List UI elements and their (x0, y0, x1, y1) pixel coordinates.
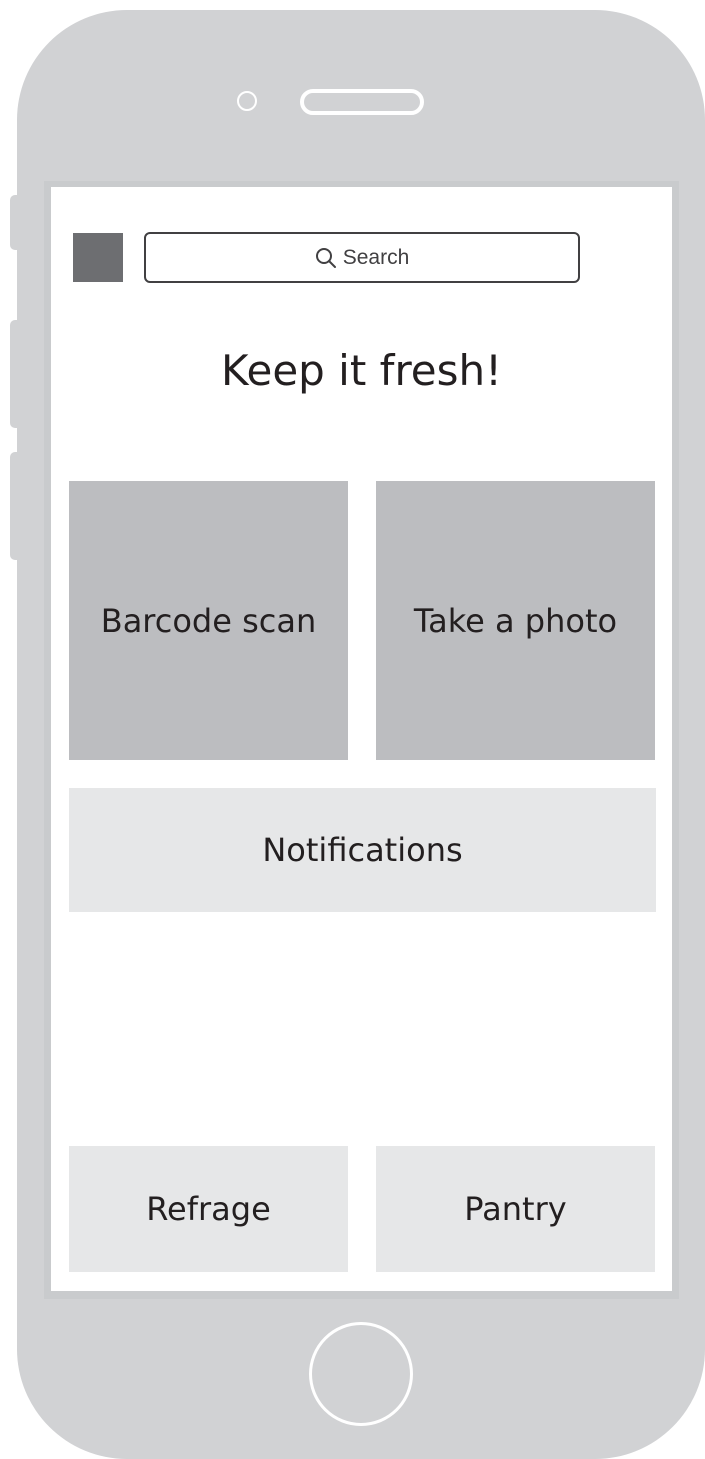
search-input[interactable]: Search (144, 232, 580, 283)
search-content: Search (315, 245, 410, 270)
search-icon (315, 247, 337, 269)
search-placeholder: Search (342, 245, 410, 269)
pantry-label: Pantry (464, 1190, 567, 1228)
home-button[interactable] (309, 1322, 413, 1426)
earpiece-speaker (300, 89, 424, 115)
refrage-button[interactable]: Refrage (69, 1146, 348, 1272)
barcode-scan-label: Barcode scan (100, 601, 317, 640)
page-title: Keep it fresh! (221, 346, 502, 395)
notifications-label: Notifications (262, 831, 463, 869)
notifications-button[interactable]: Notifications (69, 788, 656, 912)
take-photo-button[interactable]: Take a photo (376, 481, 655, 760)
refrage-label: Refrage (146, 1190, 271, 1228)
menu-icon[interactable] (73, 233, 123, 282)
barcode-scan-button[interactable]: Barcode scan (69, 481, 348, 760)
front-camera-icon (237, 91, 257, 111)
pantry-button[interactable]: Pantry (376, 1146, 655, 1272)
take-photo-label: Take a photo (413, 601, 618, 640)
